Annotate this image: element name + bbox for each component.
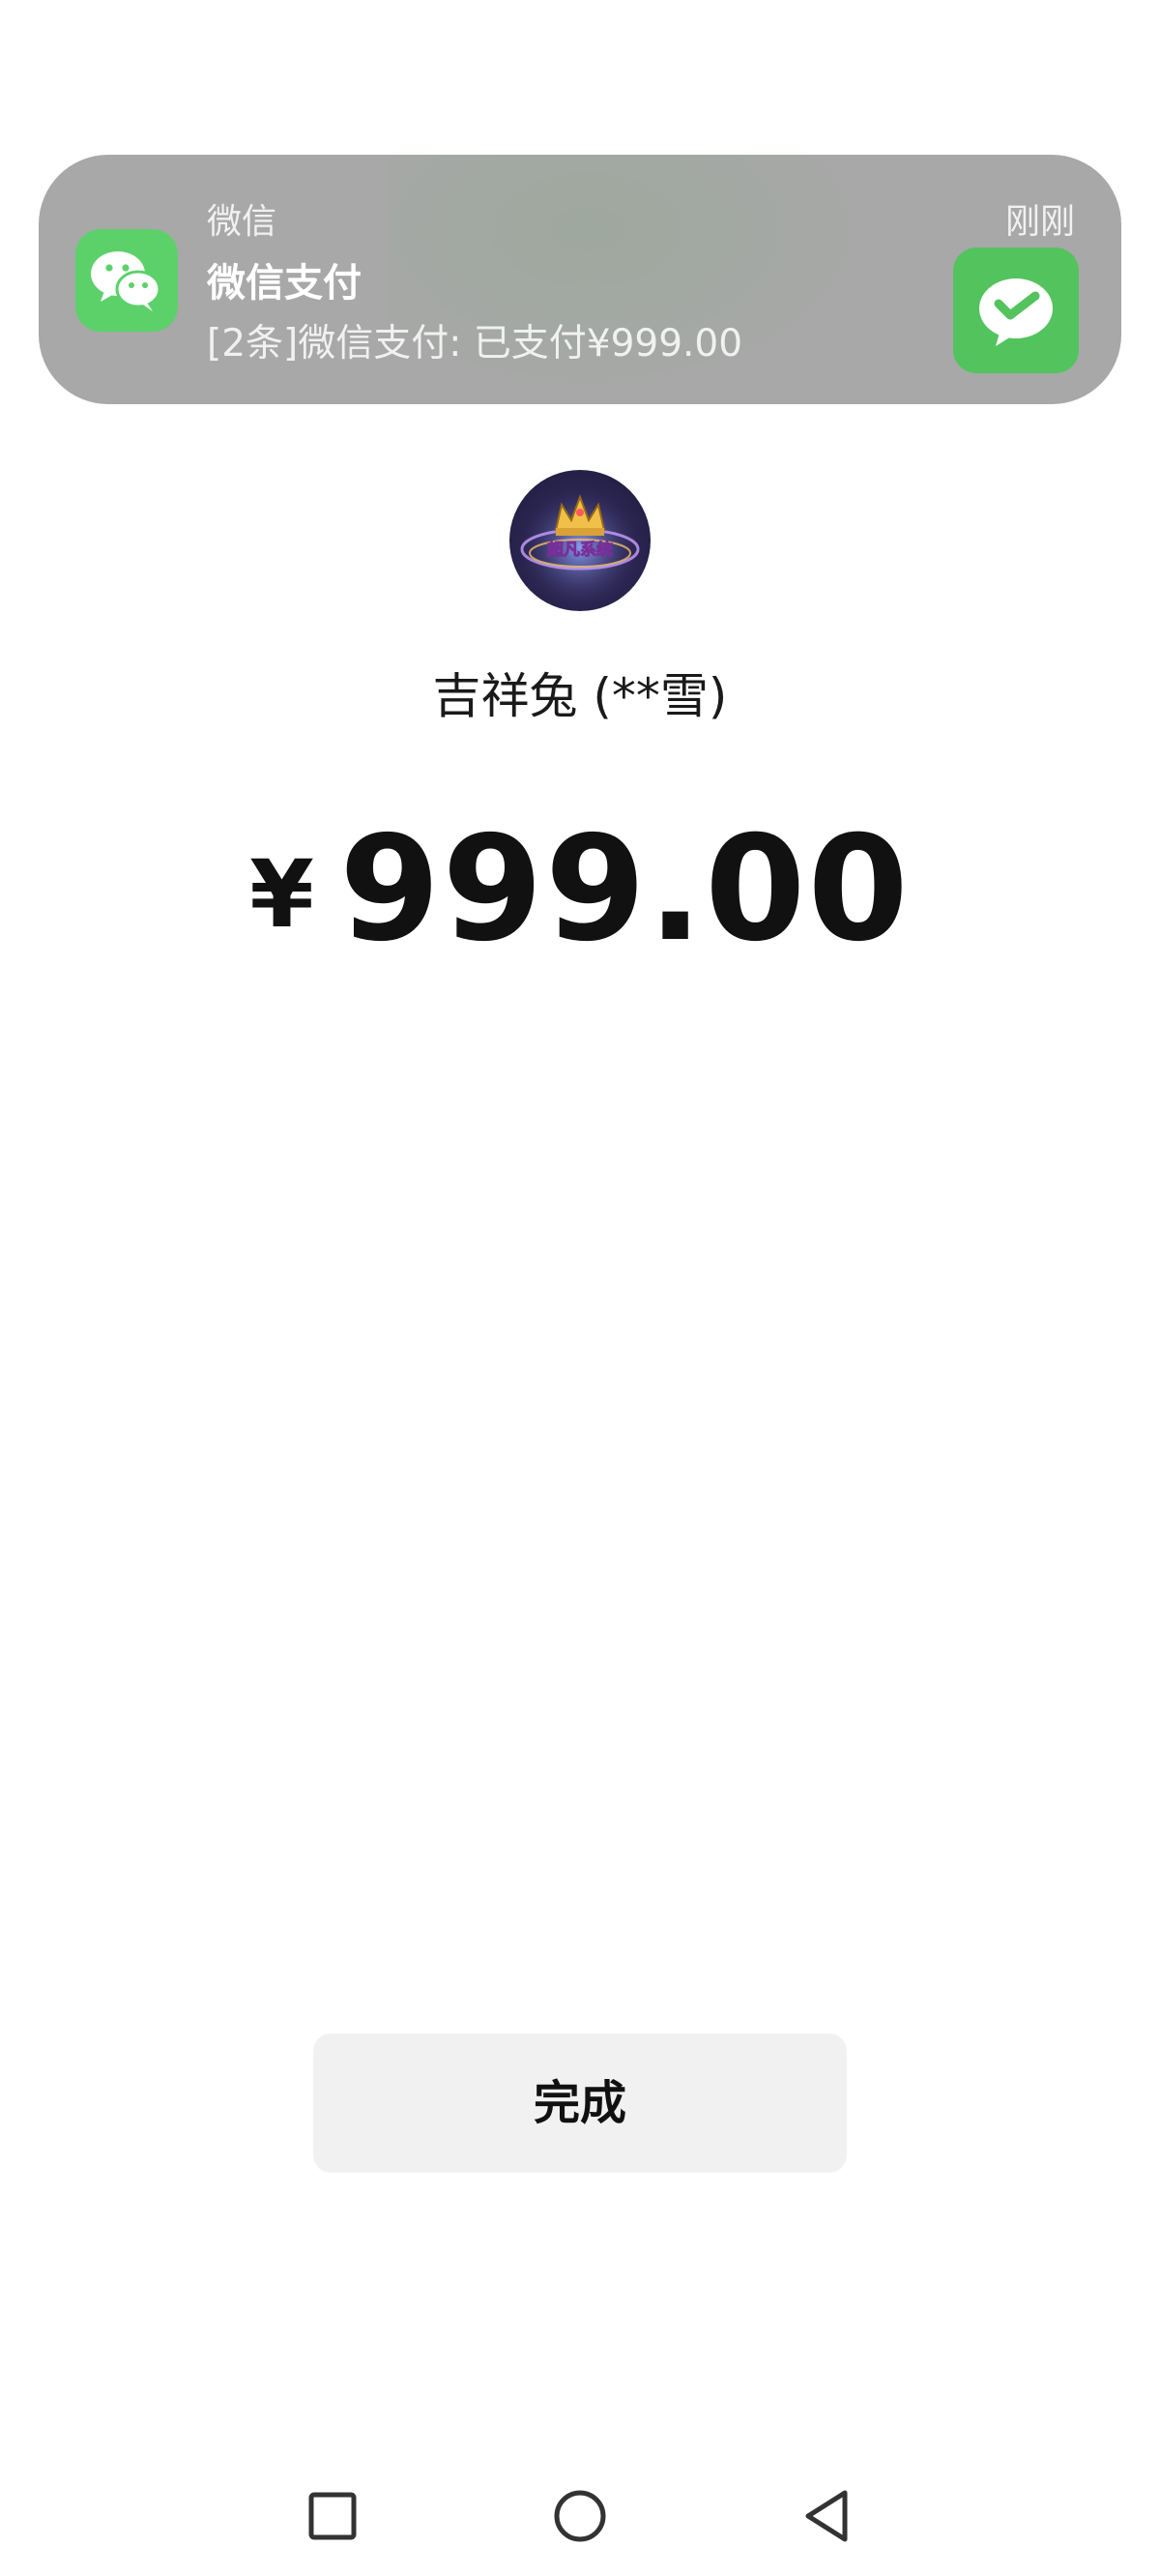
merchant-avatar: 超凡系统 — [509, 470, 651, 611]
amount-value: 999.00 — [338, 805, 911, 974]
merchant-name: 吉祥兔 (**雪) — [432, 668, 728, 724]
notification-time: 刚刚 — [1004, 202, 1075, 242]
square-icon[interactable] — [298, 2481, 367, 2551]
notification-banner[interactable]: 微信 微信支付 [2条]微信支付: 已支付¥999.00 刚刚 — [39, 155, 1121, 404]
notification-app-name: 微信 — [207, 202, 277, 242]
payment-amount: ¥999.00 — [0, 817, 1160, 962]
notification-body: [2条]微信支付: 已支付¥999.00 — [207, 322, 743, 366]
wechat-pay-icon — [953, 248, 1079, 373]
wechat-icon — [75, 229, 178, 332]
done-button[interactable]: 完成 — [313, 2034, 847, 2173]
avatar-text: 超凡系统 — [547, 540, 613, 560]
currency-symbol: ¥ — [249, 840, 314, 949]
triangle-back-icon[interactable] — [793, 2481, 862, 2551]
circle-icon[interactable] — [545, 2481, 615, 2551]
notification-title: 微信支付 — [207, 261, 362, 306]
